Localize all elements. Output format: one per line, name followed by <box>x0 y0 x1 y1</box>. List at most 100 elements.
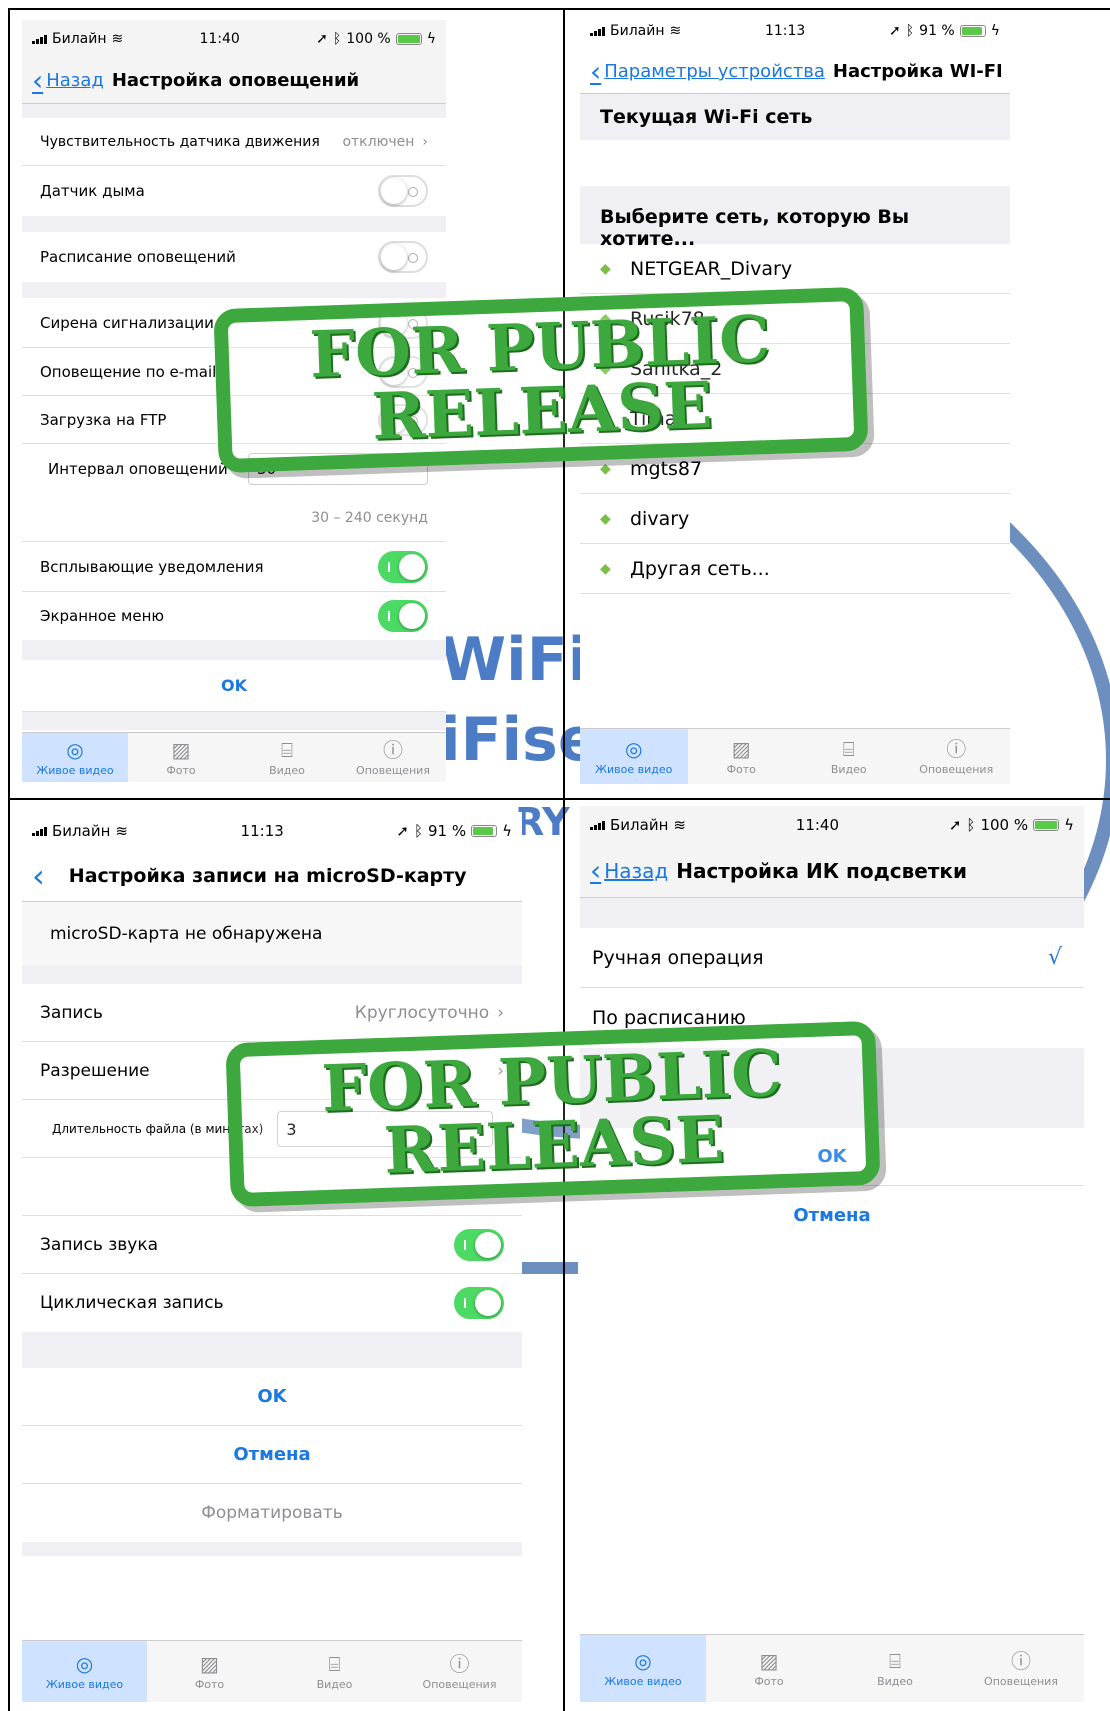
network-item[interactable]: ◆ divary <box>580 494 1010 544</box>
back-button[interactable]: ‹ <box>32 860 45 892</box>
video-camera-icon: ⌸ <box>328 1651 341 1676</box>
tab-bar: ◎ Живое видео ▨ Фото ⌸ Видео ⓘ Оповещения <box>22 732 446 782</box>
chevron-right-icon: › <box>497 1002 504 1023</box>
page-title: Настройка записи на microSD-карту <box>68 864 467 887</box>
record-mode-row[interactable]: Запись Круглосуточно › <box>22 984 522 1042</box>
loop-record-toggle[interactable] <box>454 1287 504 1319</box>
border-top <box>8 8 1110 10</box>
clock: 11:13 <box>240 822 284 840</box>
tab-live-video[interactable]: ◎ Живое видео <box>580 729 688 784</box>
alert-schedule-toggle[interactable] <box>378 241 428 273</box>
camera-lens-icon: ◎ <box>634 1648 652 1673</box>
charging-icon: ϟ <box>426 31 436 47</box>
charging-icon: ϟ <box>990 23 1000 39</box>
wifi-icon: ≋ <box>673 816 686 834</box>
cancel-button[interactable]: Отмена <box>22 1426 522 1484</box>
wifi-icon: ≋ <box>669 23 682 39</box>
tab-bar: ◎ Живое видео ▨ Фото ⌸ Видео ⓘ Оповещения <box>22 1640 522 1702</box>
tab-alerts[interactable]: ⓘ Оповещения <box>397 1641 522 1702</box>
manual-mode-row[interactable]: Ручная операция √ <box>580 928 1084 988</box>
alert-icon: ⓘ <box>946 736 967 761</box>
row-value: Круглосуточно › <box>354 1002 504 1023</box>
network-item[interactable]: ◆ Другая сеть... <box>580 544 1010 594</box>
battery-icon <box>1033 819 1060 831</box>
osd-row: Экранное меню <box>22 592 446 640</box>
back-button[interactable]: ‹ Назад <box>590 856 668 885</box>
tab-alerts[interactable]: ⓘ Оповещения <box>958 1635 1084 1702</box>
video-camera-icon: ⌸ <box>281 737 293 762</box>
alert-schedule-row: Расписание оповещений <box>22 232 446 282</box>
tab-photo[interactable]: ▨ Фото <box>147 1641 272 1702</box>
motion-sensitivity-row[interactable]: Чувствительность датчика движения отключ… <box>22 118 446 166</box>
alert-icon: ⓘ <box>1011 1648 1031 1673</box>
tab-video[interactable]: ⌸ Видео <box>795 729 903 784</box>
location-icon: ➚ <box>889 23 901 39</box>
divider-vertical <box>563 8 565 1711</box>
carrier: Билайн <box>610 816 669 834</box>
row-label: Разрешение <box>40 1060 150 1081</box>
border-left <box>8 8 10 1711</box>
audio-record-row: Запись звука <box>22 1216 522 1274</box>
camera-lens-icon: ◎ <box>66 737 84 762</box>
page-title: Настройка оповещений <box>111 70 360 91</box>
tab-video[interactable]: ⌸ Видео <box>272 1641 397 1702</box>
photo-icon: ▨ <box>200 1651 219 1676</box>
watermark-bar <box>520 1262 578 1274</box>
network-name: divary <box>630 507 690 530</box>
back-button[interactable]: ‹ Назад <box>32 66 104 95</box>
row-label: Ручная операция <box>592 946 764 969</box>
carrier: Билайн <box>610 23 665 39</box>
clock: 11:13 <box>764 23 806 39</box>
tab-photo[interactable]: ▨ Фото <box>706 1635 832 1702</box>
stamp-line-2: RELEASE <box>382 1102 726 1189</box>
row-label: Запись <box>40 1002 103 1023</box>
network-item[interactable]: ◆ NETGEAR_Divary <box>580 244 1010 294</box>
bluetooth-icon: ᛒ <box>966 816 976 834</box>
audio-record-toggle[interactable] <box>454 1228 504 1261</box>
current-network-header: Текущая Wi-Fi сеть <box>580 94 1010 140</box>
battery-icon <box>395 33 422 45</box>
tab-bar: ◎ Живое видео ▨ Фото ⌸ Видео ⓘ Оповещения <box>580 728 1010 784</box>
row-label: Интервал оповещений <box>48 460 228 478</box>
tab-live-video[interactable]: ◎ Живое видео <box>22 1641 147 1702</box>
tab-alerts[interactable]: ⓘ Оповещения <box>903 729 1011 784</box>
tab-live-video[interactable]: ◎ Живое видео <box>22 733 128 782</box>
wifi-signal-icon: ◆ <box>600 560 611 577</box>
ok-button[interactable]: OK <box>22 1368 522 1426</box>
back-button[interactable]: ‹ Параметры устройства <box>590 57 825 86</box>
row-label: Расписание оповещений <box>40 248 236 266</box>
location-icon: ➚ <box>316 31 328 47</box>
bluetooth-icon: ᛒ <box>332 31 342 47</box>
chevron-right-icon: › <box>422 133 428 150</box>
tab-alerts[interactable]: ⓘ Оповещения <box>340 733 446 782</box>
bluetooth-icon: ᛒ <box>413 822 423 840</box>
cancel-button[interactable]: Отмена <box>580 1186 1084 1244</box>
nav-bar: ‹ Параметры устройства Настройка WI-FI <box>580 50 1010 94</box>
tab-photo[interactable]: ▨ Фото <box>688 729 796 784</box>
battery-icon <box>959 25 986 37</box>
format-button[interactable]: Форматировать <box>22 1484 522 1542</box>
popup-notifications-row: Всплывающие уведомления <box>22 542 446 592</box>
row-value: отключен › <box>342 133 428 150</box>
tab-live-video[interactable]: ◎ Живое видео <box>580 1635 706 1702</box>
photo-icon: ▨ <box>731 736 751 761</box>
charging-icon: ϟ <box>1064 816 1074 834</box>
smoke-sensor-toggle[interactable] <box>378 175 428 207</box>
location-icon: ➚ <box>396 822 409 840</box>
ok-button[interactable]: OK <box>22 660 446 712</box>
bluetooth-icon: ᛒ <box>905 23 915 39</box>
osd-toggle[interactable] <box>378 600 428 632</box>
row-label: Всплывающие уведомления <box>40 557 264 576</box>
public-release-stamp: FOR PUBLIC RELEASE <box>225 1020 881 1208</box>
watermark-text-2: iFise <box>440 705 599 775</box>
page-title: Настройка ИК подсветки <box>676 858 968 883</box>
popup-notifications-toggle[interactable] <box>378 550 428 583</box>
back-label: Назад <box>46 70 104 91</box>
tab-video[interactable]: ⌸ Видео <box>234 733 340 782</box>
tab-photo[interactable]: ▨ Фото <box>128 733 234 782</box>
wifi-signal-icon: ◆ <box>600 510 611 527</box>
battery-percent: 100 % <box>980 816 1029 834</box>
tab-video[interactable]: ⌸ Видео <box>832 1635 958 1702</box>
battery-icon <box>471 825 498 837</box>
row-label: Датчик дыма <box>40 182 145 200</box>
